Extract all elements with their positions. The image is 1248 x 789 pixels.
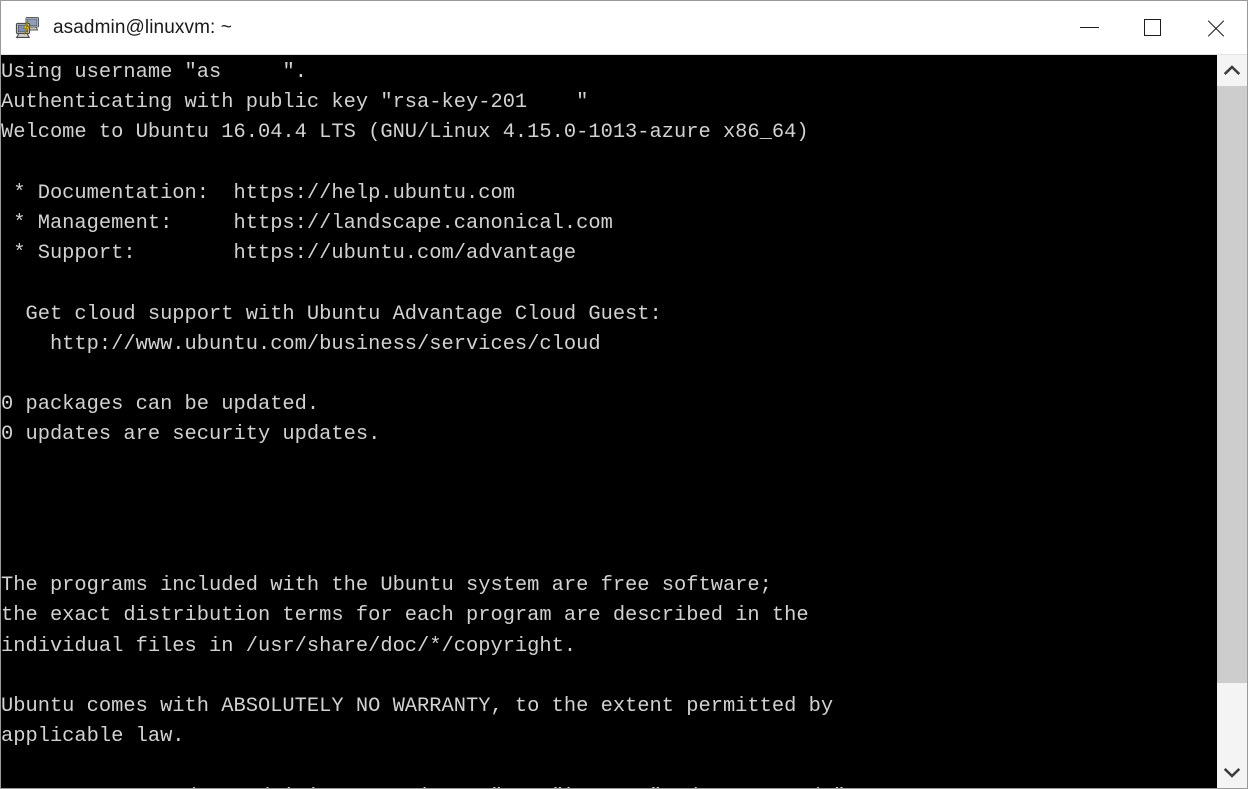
terminal-line: Welcome to Ubuntu 16.04.4 LTS (GNU/Linux… (1, 118, 1216, 148)
putty-icon (14, 14, 42, 42)
terminal-line: The programs included with the Ubuntu sy… (1, 571, 1216, 601)
terminal-line: * Management: https://landscape.canonica… (1, 209, 1216, 239)
terminal-line: * Documentation: https://help.ubuntu.com (1, 179, 1216, 209)
putty-terminal-window: asadmin@linuxvm: ~ Using username "as ".… (0, 0, 1248, 789)
close-icon (1205, 17, 1227, 39)
minimize-icon (1080, 27, 1099, 28)
terminal-text: To run a command as administrator (user … (1, 786, 858, 789)
terminal-text: " (576, 91, 589, 115)
vertical-scrollbar[interactable] (1216, 55, 1247, 788)
minimize-button[interactable] (1058, 1, 1121, 54)
maximize-icon (1144, 19, 1161, 36)
terminal-text: Welcome to Ubuntu 16.04.4 LTS (GNU/Linux… (1, 121, 809, 145)
terminal-output[interactable]: Using username "as ". Authenticating with… (1, 55, 1216, 788)
terminal-line: To run a command as administrator (user … (1, 783, 1216, 789)
terminal-text: Authenticating with public key "rsa-key-… (1, 91, 528, 115)
title-bar-left: asadmin@linuxvm: ~ (1, 14, 1058, 42)
terminal-text: individual files in /usr/share/doc/*/cop… (1, 634, 577, 658)
terminal-line: 0 updates are security updates. (1, 420, 1216, 450)
scrollbar-thumb[interactable] (1217, 86, 1247, 684)
terminal-text: * Support: https://ubuntu.com/advantage (1, 242, 577, 266)
maximize-button[interactable] (1121, 1, 1184, 54)
window-title: asadmin@linuxvm: ~ (53, 16, 232, 38)
terminal-text: Ubuntu comes with ABSOLUTELY NO WARRANTY… (1, 694, 834, 718)
title-bar[interactable]: asadmin@linuxvm: ~ (1, 1, 1247, 55)
redacted-text (527, 88, 577, 119)
terminal-text: 0 packages can be updated. (1, 393, 320, 417)
terminal-line: * Support: https://ubuntu.com/advantage (1, 239, 1216, 269)
terminal-text: * Documentation: https://help.ubuntu.com (1, 181, 515, 205)
terminal-line: Ubuntu comes with ABSOLUTELY NO WARRANTY… (1, 692, 1216, 722)
terminal-text: The programs included with the Ubuntu sy… (1, 574, 772, 598)
terminal-text: http://www.ubuntu.com/business/services/… (1, 332, 601, 356)
chevron-up-icon (1224, 65, 1240, 76)
scrollbar-track[interactable] (1217, 86, 1247, 757)
terminal-text: Get cloud support with Ubuntu Advantage … (1, 302, 662, 326)
terminal-line: 0 packages can be updated. (1, 390, 1216, 420)
scroll-up-button[interactable] (1217, 55, 1247, 86)
window-controls (1058, 1, 1247, 54)
terminal-text: applicable law. (1, 725, 185, 749)
chevron-down-icon (1224, 767, 1240, 778)
terminal-text: 0 updates are security updates. (1, 423, 381, 447)
terminal-line: applicable law. (1, 722, 1216, 752)
close-button[interactable] (1184, 1, 1247, 54)
terminal-line: the exact distribution terms for each pr… (1, 601, 1216, 631)
terminal-line: Using username "as ". (1, 58, 1216, 89)
scroll-down-button[interactable] (1217, 757, 1247, 788)
redacted-text (221, 58, 283, 89)
terminal-text: Using username "as (1, 61, 222, 84)
terminal-line: http://www.ubuntu.com/business/services/… (1, 330, 1216, 360)
terminal-text: the exact distribution terms for each pr… (1, 604, 809, 628)
terminal-text: ". (282, 61, 307, 84)
terminal-line: individual files in /usr/share/doc/*/cop… (1, 632, 1216, 662)
terminal-text: * Management: https://landscape.canonica… (1, 211, 613, 235)
window-body: Using username "as ". Authenticating with… (1, 55, 1247, 788)
terminal-line: Get cloud support with Ubuntu Advantage … (1, 300, 1216, 330)
terminal-line: Authenticating with public key "rsa-key-… (1, 88, 1216, 119)
